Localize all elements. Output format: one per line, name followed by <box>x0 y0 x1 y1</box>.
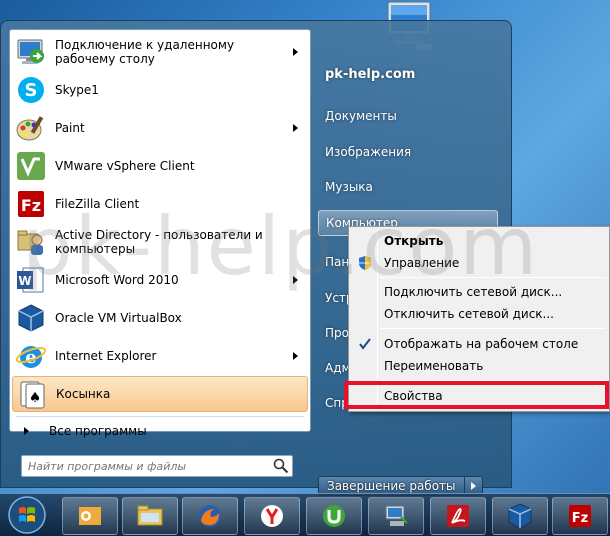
programs-pane: Подключение к удаленному рабочему столу … <box>9 29 311 438</box>
explorer-icon <box>137 505 163 526</box>
taskbar-acrobat[interactable] <box>430 497 486 535</box>
program-label: Paint <box>55 121 85 135</box>
ie-icon: e <box>15 346 47 368</box>
taskbar: Fz <box>0 493 610 536</box>
filezilla-icon: Fz <box>569 505 591 527</box>
program-label: Skype1 <box>55 83 99 97</box>
paint-icon <box>16 116 44 141</box>
search-input[interactable] <box>22 457 272 475</box>
music-link[interactable]: Музыка <box>318 174 498 200</box>
virtualbox-icon <box>508 503 532 529</box>
yandex-icon <box>261 505 283 527</box>
program-label: Косынка <box>56 387 111 401</box>
program-remote-desktop[interactable]: Подключение к удаленному рабочему столу <box>12 34 308 70</box>
submenu-arrow-icon[interactable] <box>293 48 298 56</box>
menu-item-label: Отображать на рабочем столе <box>384 337 579 351</box>
acrobat-icon <box>447 505 469 527</box>
program-label: Active Directory - пользователи и компью… <box>55 228 263 256</box>
taskbar-explorer[interactable] <box>122 497 178 535</box>
program-virtualbox[interactable]: Oracle VM VirtualBox <box>12 300 308 336</box>
program-active-directory[interactable]: Active Directory - пользователи и компью… <box>12 224 308 260</box>
remote-desktop-icon <box>17 39 44 64</box>
solitaire-icon: ♠ <box>20 381 45 409</box>
menu-item-open[interactable]: Открыть <box>351 230 607 252</box>
menu-item-map-drive[interactable]: Подключить сетевой диск... <box>351 281 607 303</box>
taskbar-filezilla[interactable]: Fz <box>552 497 608 535</box>
program-label: Microsoft Word 2010 <box>55 273 179 287</box>
firefox-icon <box>199 505 221 527</box>
active-directory-icon <box>17 230 43 255</box>
shield-icon <box>359 256 371 270</box>
virtualbox-icon <box>18 304 44 332</box>
program-label: FileZilla Client <box>55 197 140 211</box>
outlook-icon <box>79 507 101 525</box>
menu-separator <box>380 328 606 329</box>
all-programs-label: Все программы <box>49 424 147 438</box>
program-vmware[interactable]: VMware vSphere Client <box>12 148 308 184</box>
submenu-arrow-icon[interactable] <box>293 124 298 132</box>
program-word[interactable]: W Microsoft Word 2010 <box>12 262 308 298</box>
word-icon: W <box>17 267 44 293</box>
taskbar-virtualbox[interactable] <box>492 497 548 535</box>
skype-icon: S <box>18 77 44 103</box>
start-orb-icon[interactable] <box>6 494 48 536</box>
triangle-right-icon <box>24 427 29 435</box>
user-link[interactable]: pk-help.com <box>318 61 498 87</box>
divider <box>16 416 304 417</box>
checkmark-icon <box>359 338 371 350</box>
utorrent-icon <box>323 505 345 527</box>
taskbar-outlook[interactable] <box>62 497 118 535</box>
taskbar-utorrent[interactable] <box>306 497 362 535</box>
svg-text:S: S <box>25 80 38 101</box>
taskbar-yandex[interactable] <box>244 497 300 535</box>
pictures-link[interactable]: Изображения <box>318 139 498 165</box>
menu-item-rename[interactable]: Переименовать <box>351 355 607 377</box>
svg-text:Fz: Fz <box>21 196 41 215</box>
menu-item-disconnect-drive[interactable]: Отключить сетевой диск... <box>351 303 607 325</box>
filezilla-icon: Fz <box>18 191 44 217</box>
svg-text:Fz: Fz <box>572 511 588 526</box>
all-programs-button[interactable]: Все программы <box>12 420 308 442</box>
network-icon <box>385 505 408 526</box>
menu-item-show-on-desktop[interactable]: Отображать на рабочем столе <box>351 333 607 355</box>
search-icon[interactable] <box>272 457 290 475</box>
documents-link[interactable]: Документы <box>318 103 498 129</box>
search-box[interactable] <box>21 455 293 477</box>
svg-text:♠: ♠ <box>29 390 42 406</box>
submenu-arrow-icon[interactable] <box>293 276 298 284</box>
program-filezilla[interactable]: Fz FileZilla Client <box>12 186 308 222</box>
vmware-icon <box>17 152 45 180</box>
program-label: VMware vSphere Client <box>55 159 195 173</box>
program-label: Internet Explorer <box>55 349 157 363</box>
menu-item-label: Управление <box>384 256 460 270</box>
program-internet-explorer[interactable]: e Internet Explorer <box>12 338 308 374</box>
program-label: Подключение к удаленному рабочему столу <box>55 38 235 66</box>
program-paint[interactable]: Paint <box>12 110 308 146</box>
submenu-arrow-icon[interactable] <box>293 352 298 360</box>
taskbar-firefox[interactable] <box>182 497 238 535</box>
highlight-frame <box>344 381 609 409</box>
menu-item-manage[interactable]: Управление <box>351 252 607 274</box>
taskbar-network[interactable] <box>368 497 424 535</box>
svg-text:W: W <box>18 274 31 288</box>
program-label: Oracle VM VirtualBox <box>55 311 182 325</box>
menu-separator <box>380 277 606 278</box>
program-skype[interactable]: S Skype1 <box>12 72 308 108</box>
program-solitaire[interactable]: ♠ Косынка <box>12 376 308 412</box>
